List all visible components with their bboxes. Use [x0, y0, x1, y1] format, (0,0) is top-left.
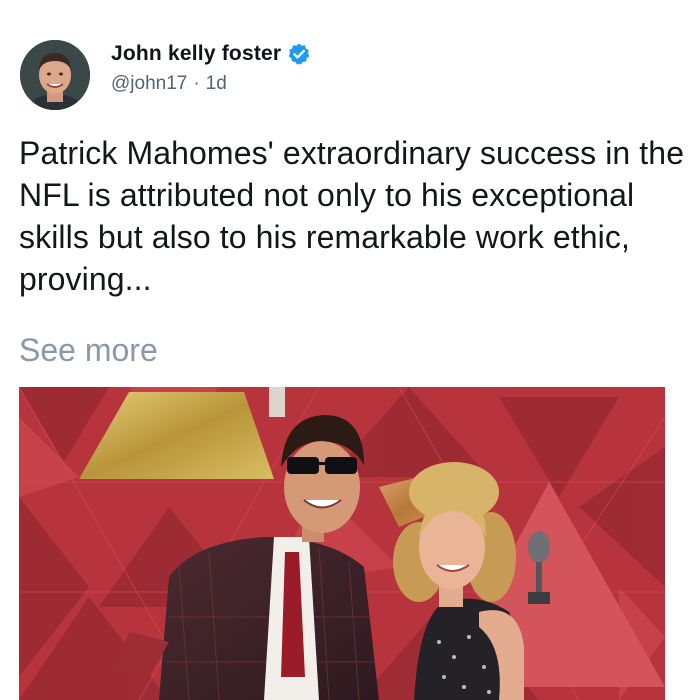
- avatar[interactable]: [20, 40, 90, 110]
- avatar-photo: [20, 40, 90, 110]
- verified-badge-icon: [287, 42, 311, 66]
- author-row: John kelly foster: [111, 40, 311, 68]
- author-handle[interactable]: @john17: [111, 73, 187, 95]
- red-carpet-photo: [19, 387, 665, 700]
- author-name[interactable]: John kelly foster: [111, 42, 281, 66]
- post-meta: @john17 · 1d: [111, 73, 227, 95]
- post-time[interactable]: 1d: [206, 73, 227, 95]
- post-photo[interactable]: [19, 387, 665, 700]
- post-card: John kelly foster @john17 · 1d Patrick M…: [0, 0, 700, 700]
- meta-separator: ·: [193, 73, 200, 94]
- post-text: Patrick Mahomes' extraordinary success i…: [19, 135, 685, 297]
- see-more-link[interactable]: See more: [19, 329, 158, 371]
